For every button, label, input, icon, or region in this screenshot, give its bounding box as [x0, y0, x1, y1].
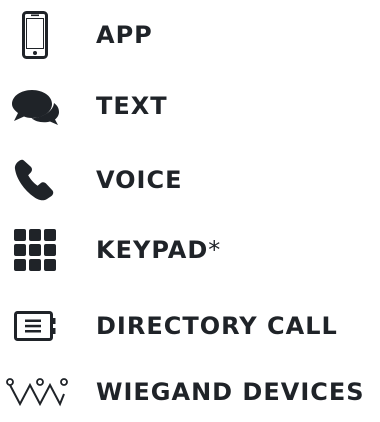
feature-label: WIEGAND DEVICES — [96, 378, 365, 406]
feature-label: TEXT — [96, 92, 168, 120]
feature-label: APP — [96, 21, 153, 49]
feature-item-app: APP — [0, 5, 380, 65]
feature-item-wiegand-devices: WIEGAND DEVICES — [0, 362, 380, 422]
wiegand-devices-icon — [2, 362, 72, 422]
feature-label: DIRECTORY CALL — [96, 312, 338, 340]
keypad-grid-icon — [10, 220, 60, 280]
feature-item-text: TEXT — [0, 76, 380, 136]
feature-item-voice: VOICE — [0, 150, 380, 210]
phone-handset-icon — [10, 150, 60, 210]
feature-label: VOICE — [96, 166, 183, 194]
feature-item-directory-call: DIRECTORY CALL — [0, 296, 380, 356]
directory-icon — [10, 296, 60, 356]
chat-bubbles-icon — [10, 76, 60, 136]
feature-label: KEYPAD* — [96, 220, 221, 280]
feature-label-text: KEYPAD — [96, 236, 209, 264]
feature-item-keypad: KEYPAD* — [0, 220, 380, 280]
smartphone-icon — [10, 5, 60, 65]
feature-label-asterisk: * — [208, 236, 222, 264]
